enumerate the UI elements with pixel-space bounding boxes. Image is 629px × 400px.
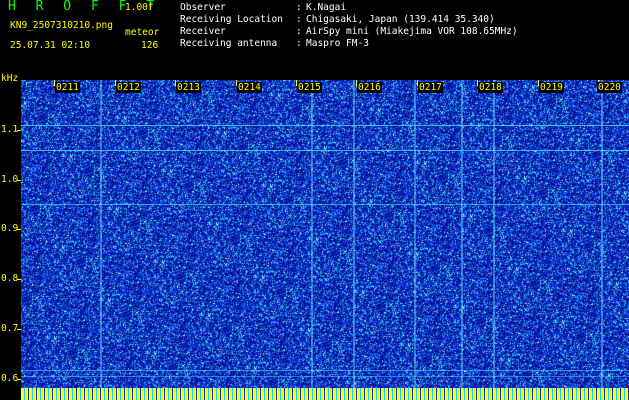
observer-value: K.Nagai: [306, 2, 347, 13]
time-label-0212: 0212: [116, 82, 141, 93]
meteor-echo: [311, 80, 313, 400]
time-label-0214: 0214: [237, 82, 262, 93]
capture-datetime: 25.07.31 02:10: [10, 40, 91, 51]
antenna-label: Receiving antenna: [180, 38, 278, 49]
file-name: KN9_2507310210.png: [10, 20, 113, 31]
location-value: Chigasaki, Japan (139.414 35.340): [306, 14, 495, 25]
y-label-0-7: 0.7: [1, 323, 19, 334]
receiver-value: AirSpy mini (Miakejima VOR 108.65MHz): [306, 26, 518, 37]
receiver-colon: :: [296, 26, 302, 37]
carrier-line: [21, 376, 629, 377]
meteor-echo: [493, 80, 495, 400]
antenna-colon: :: [296, 38, 302, 49]
time-label-0219: 0219: [539, 82, 564, 93]
time-label-0217: 0217: [418, 82, 443, 93]
y-label-0-9: 0.9: [1, 223, 19, 234]
receiver-label: Receiver: [180, 26, 226, 37]
meteor-echo: [100, 80, 102, 400]
frequency-unit: kHz: [1, 73, 19, 84]
carrier-line: [21, 125, 629, 126]
carrier-line: [21, 204, 629, 205]
observer-colon: :: [296, 2, 302, 13]
location-label: Receiving Location: [180, 14, 283, 25]
location-colon: :: [296, 14, 302, 25]
carrier-line: [21, 370, 629, 371]
y-label-0-8: 0.8: [1, 273, 19, 284]
time-label-0213: 0213: [176, 82, 201, 93]
carrier-line: [21, 150, 629, 151]
time-label-0220: 0220: [597, 82, 622, 93]
meteor-echo: [601, 80, 603, 400]
antenna-value: Maspro FM-3: [306, 38, 369, 49]
time-label-0216: 0216: [357, 82, 382, 93]
spectrogram-noise: [21, 80, 629, 400]
detection-mode: meteor: [125, 27, 160, 38]
spectrogram: 0211 0212 0213 0214 0215 0216 0217 0218 …: [21, 80, 629, 400]
observer-label: Observer: [180, 2, 226, 13]
time-label-0211: 0211: [55, 82, 80, 93]
y-label-0-6: 0.6: [1, 373, 19, 384]
time-label-0215: 0215: [297, 82, 322, 93]
meteor-echo: [414, 80, 416, 400]
meteor-echo: [461, 80, 463, 400]
y-label-1-0: 1.0: [1, 174, 19, 185]
meteor-echo: [353, 80, 355, 400]
signal-level-bar: [21, 388, 629, 400]
meteor-count: 126: [141, 40, 159, 51]
y-label-1-1: 1.1: [1, 124, 19, 135]
app-version: 1.00f: [125, 2, 154, 13]
time-label-0218: 0218: [478, 82, 503, 93]
